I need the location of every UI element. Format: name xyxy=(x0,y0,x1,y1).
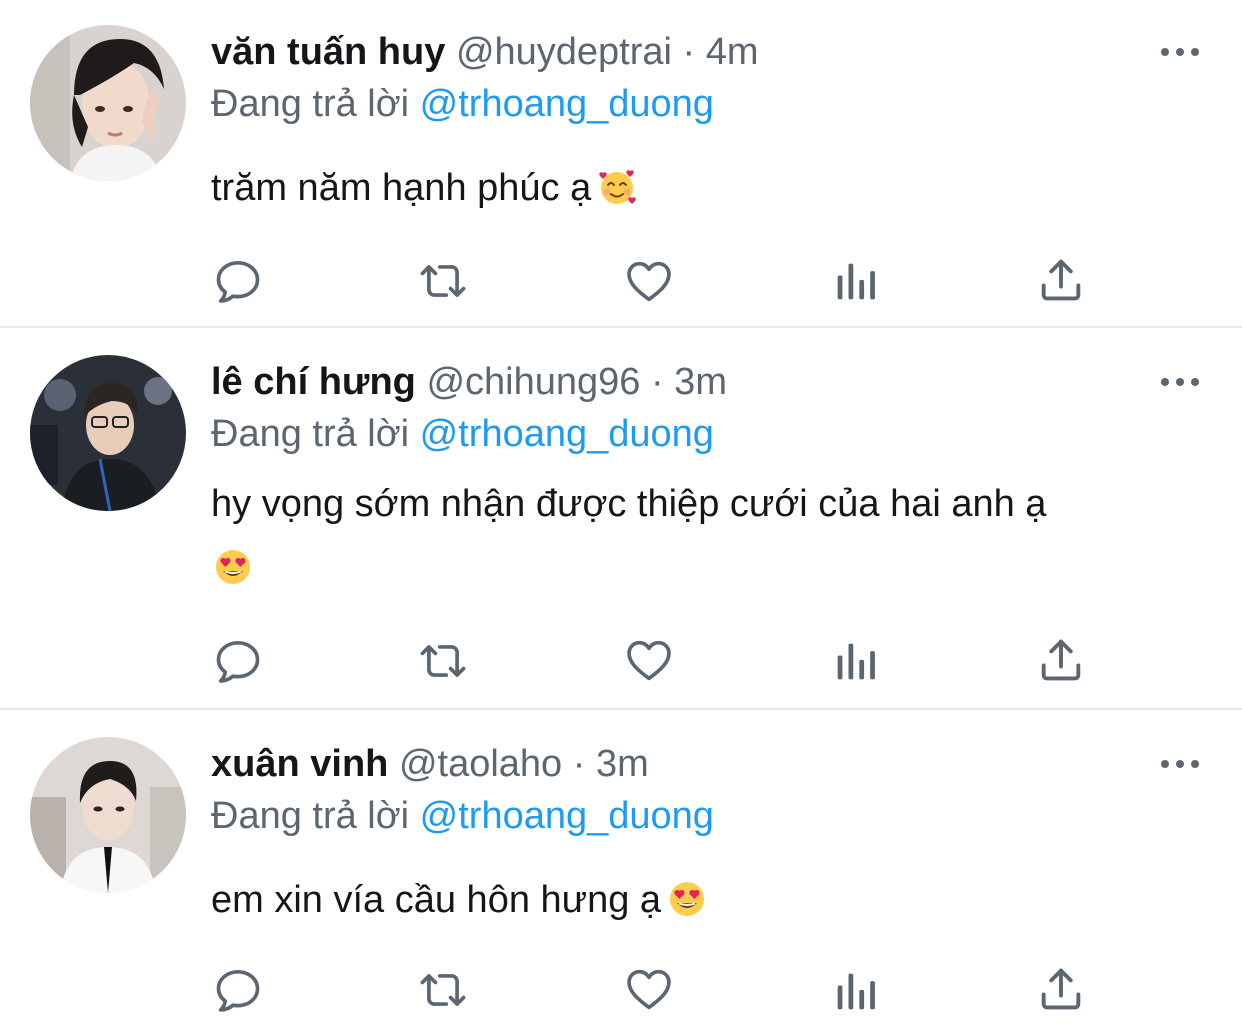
avatar[interactable] xyxy=(30,737,186,893)
retweet-icon[interactable] xyxy=(417,635,469,687)
display-name[interactable]: xuân vinh xyxy=(211,743,388,785)
user-handle[interactable]: @huydeptrai xyxy=(456,31,672,73)
reply-prefix: Đang trả lời xyxy=(211,413,410,455)
analytics-icon[interactable] xyxy=(829,636,881,688)
tweet-header: xuân vinh @taolaho · 3m xyxy=(211,741,649,787)
display-name[interactable]: lê chí hưng xyxy=(211,361,416,403)
reply-mention-link[interactable]: @trhoang_duong xyxy=(420,413,714,455)
tweet-header: lê chí hưng @chihung96 · 3m xyxy=(211,359,727,405)
heart-eyes-icon xyxy=(213,547,253,587)
reply-mention-link[interactable]: @trhoang_duong xyxy=(420,795,714,837)
analytics-icon[interactable] xyxy=(829,966,881,1018)
more-options-icon[interactable] xyxy=(1158,372,1202,392)
heart-eyes-icon xyxy=(667,879,707,919)
reply-context: Đang trả lời @trhoang_duong xyxy=(211,81,714,127)
display-name[interactable]: văn tuấn huy xyxy=(211,31,445,73)
tweet-header: văn tuấn huy @huydeptrai · 4m xyxy=(211,29,759,75)
user-handle[interactable]: @taolaho xyxy=(399,743,562,785)
tweet-text-content: trăm năm hạnh phúc ạ xyxy=(211,167,592,209)
tweet[interactable]: văn tuấn huy @huydeptrai · 4m Đang trả l… xyxy=(0,0,1242,328)
reply-prefix: Đang trả lời xyxy=(211,795,410,837)
tweet[interactable]: xuân vinh @taolaho · 3m Đang trả lời @tr… xyxy=(0,710,1242,1034)
reply-icon[interactable] xyxy=(212,255,264,307)
like-icon[interactable] xyxy=(623,255,675,307)
more-options-icon[interactable] xyxy=(1158,42,1202,62)
like-icon[interactable] xyxy=(623,634,675,686)
reply-prefix: Đang trả lời xyxy=(211,83,410,125)
reply-mention-link[interactable]: @trhoang_duong xyxy=(420,83,714,125)
retweet-icon[interactable] xyxy=(417,255,469,307)
smiling-face-with-hearts-icon xyxy=(597,167,637,207)
tweet-text: hy vọng sớm nhận được thiệp cưới của hai… xyxy=(211,472,1201,600)
timestamp[interactable]: · 3m xyxy=(573,743,649,785)
share-icon[interactable] xyxy=(1035,254,1087,306)
tweet-text: em xin vía cầu hôn hưng ạ xyxy=(211,868,1201,932)
tweet-text-content: hy vọng sớm nhận được thiệp cưới của hai… xyxy=(211,483,1047,525)
reply-context: Đang trả lời @trhoang_duong xyxy=(211,793,714,839)
share-icon[interactable] xyxy=(1035,963,1087,1015)
retweet-icon[interactable] xyxy=(417,964,469,1016)
reply-context: Đang trả lời @trhoang_duong xyxy=(211,411,714,457)
timestamp[interactable]: · 4m xyxy=(683,31,759,73)
avatar[interactable] xyxy=(30,25,186,181)
user-handle[interactable]: @chihung96 xyxy=(426,361,640,403)
reply-icon[interactable] xyxy=(212,635,264,687)
timestamp[interactable]: · 3m xyxy=(651,361,727,403)
avatar[interactable] xyxy=(30,355,186,511)
like-icon[interactable] xyxy=(623,963,675,1015)
more-options-icon[interactable] xyxy=(1158,754,1202,774)
reply-icon[interactable] xyxy=(212,964,264,1016)
share-icon[interactable] xyxy=(1035,634,1087,686)
tweet[interactable]: lê chí hưng @chihung96 · 3m Đang trả lời… xyxy=(0,328,1242,710)
tweet-text-content: em xin vía cầu hôn hưng ạ xyxy=(211,879,662,921)
tweet-text: trăm năm hạnh phúc ạ xyxy=(211,156,1201,220)
analytics-icon[interactable] xyxy=(829,256,881,308)
